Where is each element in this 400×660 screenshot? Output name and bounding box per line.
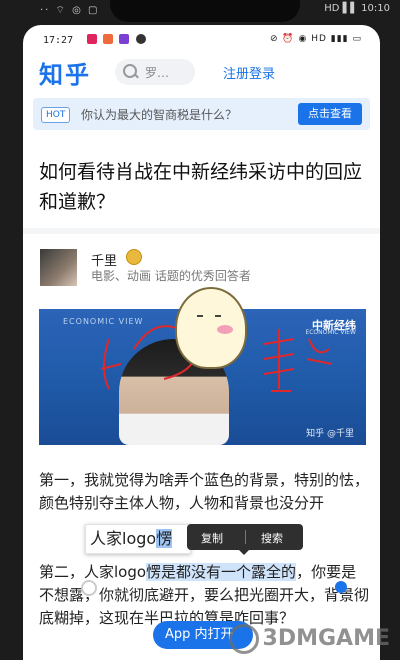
magnifier-highlight: 愣 (156, 529, 173, 548)
open-in-app-label: App 内打开 (165, 627, 234, 642)
app-header: 知乎 罗… 注册登录 (23, 53, 380, 93)
selection-start-handle[interactable] (81, 580, 97, 596)
excellent-answerer-badge-icon (126, 249, 142, 265)
status-app-icons (87, 34, 149, 45)
selection-magnifier: 人家logo愣 (85, 524, 191, 554)
hot-banner-text: 你认为最大的智商税是什么？ (81, 108, 238, 122)
outer-status-right: HD ▌▌ 10:10 (324, 3, 390, 14)
system-status-icons: ⊘ ⏰ ◉ HD ▮▮▮ ▭ (270, 34, 362, 44)
status-time: 17:27 (43, 35, 74, 46)
3dmgame-watermark: 3DMGAME (228, 624, 390, 654)
status-bar: 17:27 ⊘ ⏰ ◉ HD ▮▮▮ ▭ (23, 25, 380, 53)
search-menu-item[interactable]: 搜索 (261, 530, 283, 546)
question-title[interactable]: 如何看待肖战在中新经纬采访中的回应和道歉？ (39, 157, 369, 217)
hot-banner[interactable]: HOT 你认为最大的智商税是什么？ 点击查看 (33, 98, 370, 130)
hot-badge: HOT (41, 107, 71, 123)
selected-text[interactable]: 愣是都没有一个露全的 (146, 563, 297, 581)
register-login-link[interactable]: 注册登录 (223, 63, 275, 82)
answer-paragraph-1[interactable]: 第一，我就觉得为啥弄个蓝色的背景，特别的怯，颜色特别夺主体人物，人物和背景也没分… (39, 469, 371, 515)
search-placeholder: 罗… (145, 66, 170, 80)
image-watermark: 知乎 @千里 (306, 429, 354, 439)
author-avatar[interactable] (40, 249, 77, 286)
menu-pointer (239, 550, 249, 555)
watermark-text: 3DMGAME (262, 626, 390, 651)
selection-end-handle[interactable] (335, 581, 347, 593)
menu-separator (245, 530, 246, 544)
app-notification-icon (119, 34, 130, 44)
author-description: 电影、动画 话题的优秀回答者 (91, 269, 251, 283)
phone-screen: 17:27 ⊘ ⏰ ◉ HD ▮▮▮ ▭ 知乎 罗… 注册登录 HOT 你认为最… (23, 25, 380, 660)
paragraph2-prefix: 第二，人家logo (39, 563, 147, 581)
phone-notch (110, 0, 300, 22)
outer-status-left: ·· ⌔ ◎ ▢ (40, 5, 100, 16)
copy-menu-item[interactable]: 复制 (201, 530, 223, 546)
section-divider (23, 228, 380, 234)
text-context-menu: 复制 搜索 (187, 524, 303, 555)
play-icon (135, 34, 146, 44)
view-now-button[interactable]: 点击查看 (298, 103, 362, 125)
gear-logo-icon (228, 624, 259, 654)
ghost-sticker-icon (175, 287, 247, 369)
app-notification-icon (103, 34, 114, 44)
zhihu-logo[interactable]: 知乎 (39, 55, 91, 90)
search-input[interactable]: 罗… (115, 59, 195, 85)
magnifier-text: 人家logo (90, 529, 157, 548)
search-icon (123, 64, 137, 78)
app-notification-icon (87, 34, 97, 44)
